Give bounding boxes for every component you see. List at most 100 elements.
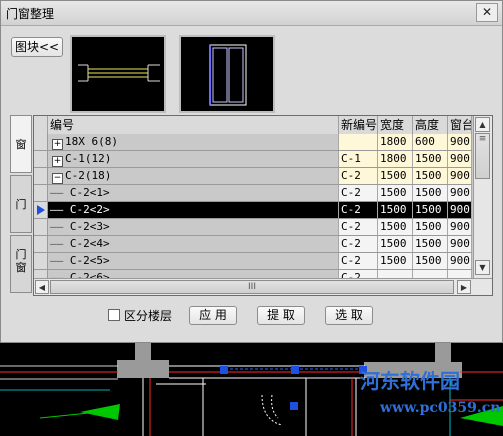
cell-sill[interactable]: 900 (448, 185, 472, 201)
cell-sill[interactable]: 900 (448, 168, 472, 184)
current-row-arrow-icon (37, 205, 45, 215)
cell-sill[interactable]: 900 (448, 219, 472, 235)
table-row[interactable]: +18X 6(8) 1800 600 900 (34, 134, 472, 151)
cell-number[interactable]: —— C-2<3> (48, 219, 339, 235)
cell-new-number[interactable]: C-2 (339, 219, 378, 235)
distinguish-floors-checkbox[interactable] (108, 309, 120, 321)
title-bar[interactable]: 门窗整理 ✕ (1, 1, 502, 26)
elevation-window-icon (209, 44, 247, 106)
cell-sill[interactable]: 900 (448, 151, 472, 167)
watermark-title: 河东软件园 (360, 369, 460, 393)
table-row[interactable]: —— C-2<1> C-2 1500 1500 900 (34, 185, 472, 202)
cell-new-number[interactable]: C-2 (339, 202, 378, 218)
cell-number[interactable]: +18X 6(8) (48, 134, 339, 150)
cell-width[interactable]: 1500 (378, 253, 413, 269)
table-header: 编号 新编号 宽度 高度 窗台 (34, 116, 472, 135)
category-tabs: 窗 门 门窗 (10, 115, 32, 295)
opening-table[interactable]: 编号 新编号 宽度 高度 窗台 +18X 6(8) 1800 600 900 + C-1(… (33, 115, 493, 296)
header-sill[interactable]: 窗台 (448, 116, 472, 134)
cell-height[interactable]: 1500 (413, 151, 448, 167)
row-number-label: 18X 6(8) (65, 135, 118, 148)
horizontal-scroll-thumb[interactable]: III (50, 280, 454, 294)
cell-sill[interactable]: 900 (448, 202, 472, 218)
apply-button[interactable]: 应 用 (189, 306, 237, 325)
cell-new-number[interactable] (339, 134, 378, 150)
header-width[interactable]: 宽度 (378, 116, 413, 134)
table-row[interactable]: —— C-2<5> C-2 1500 1500 900 (34, 253, 472, 270)
pick-button[interactable]: 提 取 (257, 306, 305, 325)
cell-width[interactable]: 1800 (378, 134, 413, 150)
expand-icon[interactable]: + (52, 139, 63, 150)
header-height[interactable]: 高度 (413, 116, 448, 134)
table-row[interactable]: —— C-2<4> C-2 1500 1500 900 (34, 236, 472, 253)
cell-height[interactable]: 1500 (413, 185, 448, 201)
cell-number[interactable]: − C-2(18) (48, 168, 339, 184)
cell-number[interactable]: + C-1(12) (48, 151, 339, 167)
close-button[interactable]: ✕ (476, 3, 498, 22)
table-row[interactable]: —— C-2<3> C-2 1500 1500 900 (34, 219, 472, 236)
cell-height[interactable]: 1500 (413, 236, 448, 252)
vertical-scroll-thumb[interactable]: ≡ (475, 133, 490, 179)
vertical-scrollbar[interactable]: ▲ ≡ ▼ (473, 116, 492, 278)
dialog-title: 门窗整理 (6, 7, 55, 21)
row-number-label: C-2(18) (65, 169, 112, 182)
cell-new-number[interactable]: C-2 (339, 168, 378, 184)
plan-preview (70, 35, 166, 113)
cell-sill[interactable]: 900 (448, 253, 472, 269)
row-number-label: C-2<2> (69, 203, 110, 216)
cell-new-number[interactable]: C-2 (339, 185, 378, 201)
cell-width[interactable]: 1500 (378, 202, 413, 218)
cell-new-number[interactable]: C-2 (339, 236, 378, 252)
table-row[interactable]: + C-1(12) C-1 1800 1500 900 (34, 151, 472, 168)
block-toggle-button[interactable]: 图块<< (11, 37, 63, 57)
cell-number[interactable]: —— C-2<1> (48, 185, 339, 201)
header-number[interactable]: 编号 (48, 116, 339, 134)
row-number-label: C-1(12) (65, 152, 112, 165)
cell-height[interactable]: 1500 (413, 168, 448, 184)
row-indicator (34, 185, 48, 201)
tab-door[interactable]: 门 (10, 175, 32, 233)
cell-sill[interactable]: 900 (448, 134, 472, 150)
cell-number[interactable]: —— C-2<5> (48, 253, 339, 269)
table-row[interactable]: − C-2(18) C-2 1500 1500 900 (34, 168, 472, 185)
row-indicator (34, 134, 48, 150)
header-new-number[interactable]: 新编号 (339, 116, 378, 134)
row-number-label: C-2<1> (69, 186, 110, 199)
cell-new-number[interactable]: C-2 (339, 253, 378, 269)
row-number-label: C-2<5> (69, 254, 110, 267)
select-button[interactable]: 选 取 (325, 306, 373, 325)
row-indicator (34, 202, 48, 218)
cell-width[interactable]: 1500 (378, 168, 413, 184)
table-row[interactable]: —— C-2<2> C-2 1500 1500 900 (34, 202, 472, 219)
collapse-icon[interactable]: − (52, 173, 63, 184)
scroll-down-button[interactable]: ▼ (475, 260, 490, 275)
cell-width[interactable]: 1500 (378, 236, 413, 252)
header-indicator (34, 116, 48, 134)
cell-new-number[interactable]: C-1 (339, 151, 378, 167)
cell-width[interactable]: 1800 (378, 151, 413, 167)
tree-connector: —— (50, 254, 70, 267)
cell-number[interactable]: —— C-2<2> (48, 202, 339, 218)
cell-number[interactable]: —— C-2<4> (48, 236, 339, 252)
row-number-label: C-2<3> (69, 220, 110, 233)
watermark-url: www.pc0359.cn (380, 400, 501, 416)
cell-height[interactable]: 1500 (413, 202, 448, 218)
tab-window[interactable]: 窗 (10, 115, 32, 173)
distinguish-floors-label[interactable]: 区分楼层 (124, 307, 172, 324)
cell-width[interactable]: 1500 (378, 219, 413, 235)
scroll-right-button[interactable]: ▶ (457, 280, 471, 294)
horizontal-scrollbar[interactable]: ◀ III ▶ (34, 278, 492, 295)
tab-door-window-label: 门窗 (15, 248, 27, 274)
tree-connector: —— (50, 203, 70, 216)
row-indicator (34, 219, 48, 235)
scroll-up-button[interactable]: ▲ (475, 117, 490, 132)
expand-icon[interactable]: + (52, 156, 63, 167)
cell-height[interactable]: 1500 (413, 219, 448, 235)
door-window-organizer-dialog: 门窗整理 ✕ 图块<< 窗 门 门窗 编号 新编号 宽度 高度 窗台 + 18X… (0, 0, 503, 343)
scroll-left-button[interactable]: ◀ (35, 280, 49, 294)
cell-sill[interactable]: 900 (448, 236, 472, 252)
tab-door-window[interactable]: 门窗 (10, 235, 32, 293)
cell-height[interactable]: 1500 (413, 253, 448, 269)
cell-height[interactable]: 600 (413, 134, 448, 150)
cell-width[interactable]: 1500 (378, 185, 413, 201)
